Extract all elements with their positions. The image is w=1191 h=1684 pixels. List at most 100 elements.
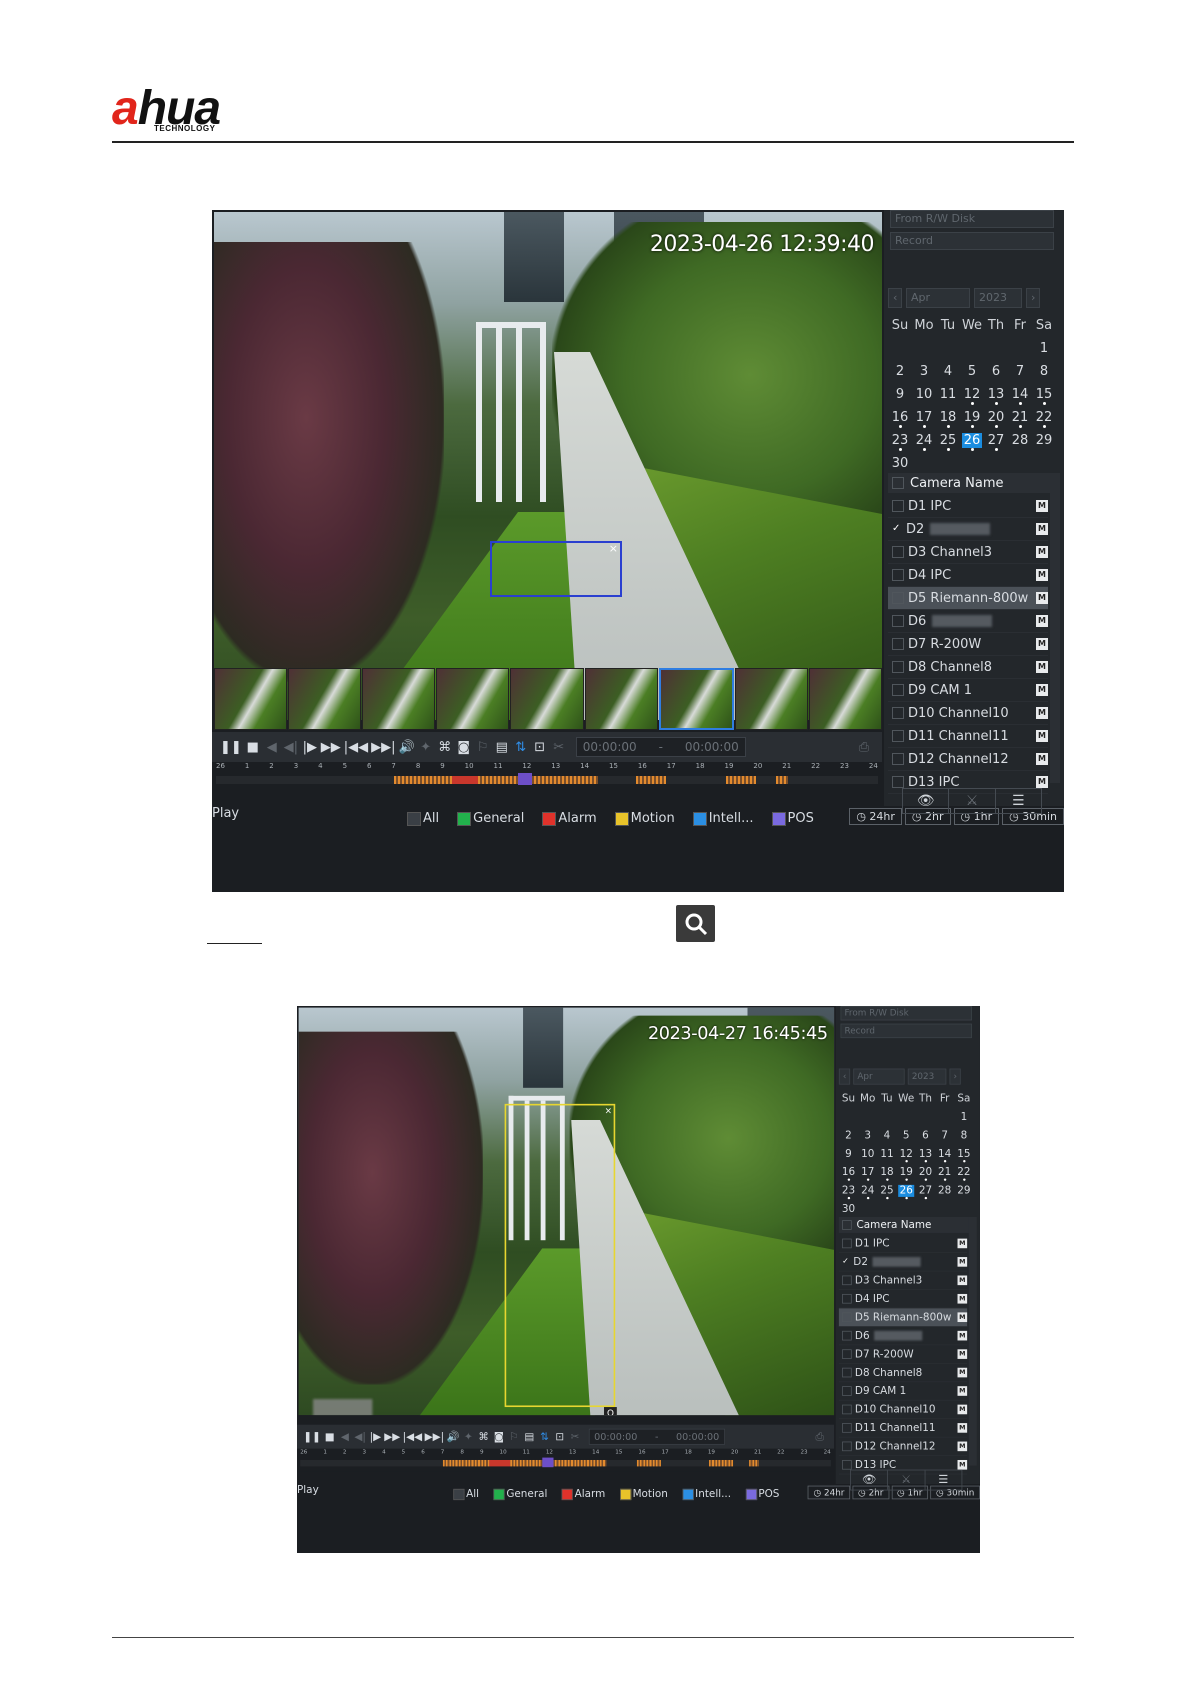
- camera-row[interactable]: D1 IPC M: [838, 1235, 968, 1254]
- filter-motion[interactable]: Motion: [614, 811, 675, 826]
- calendar-day[interactable]: 13: [984, 387, 1008, 405]
- camera-checkbox[interactable]: [842, 1367, 852, 1378]
- tag-icon[interactable]: ✦: [418, 737, 434, 757]
- camera-row[interactable]: D8 Channel8 M: [888, 656, 1048, 679]
- calendar-day[interactable]: 1: [954, 1111, 973, 1123]
- calendar-day[interactable]: 5: [960, 364, 984, 379]
- calendar-day[interactable]: 29: [954, 1185, 973, 1197]
- camera-row[interactable]: D10 Channel10 M: [838, 1401, 968, 1420]
- video-view[interactable]: 2023-04-26 12:39:40 ×: [214, 212, 882, 720]
- pause-icon[interactable]: ❚❚: [220, 737, 242, 757]
- calendar-day[interactable]: 7: [1008, 364, 1032, 379]
- camera-checkbox[interactable]: [892, 776, 904, 788]
- calendar-day[interactable]: 12: [897, 1148, 916, 1163]
- prev-month-icon[interactable]: ‹: [888, 288, 902, 308]
- year-select[interactable]: 2023: [974, 288, 1022, 308]
- camera-row[interactable]: D11 Channel11 M: [888, 725, 1048, 748]
- clip-icon[interactable]: ✂: [569, 1429, 582, 1445]
- main-stream-badge[interactable]: M: [1036, 615, 1048, 627]
- save-icon[interactable]: ⎙: [856, 737, 872, 757]
- filter-alarm[interactable]: Alarm: [561, 1488, 605, 1500]
- camera-checkbox[interactable]: [892, 615, 904, 627]
- step-forward-icon[interactable]: |▶: [302, 737, 318, 757]
- select-all-checkbox[interactable]: [892, 477, 904, 489]
- calendar-day[interactable]: 23: [839, 1185, 858, 1200]
- main-stream-badge[interactable]: M: [957, 1367, 968, 1378]
- next-record-icon[interactable]: ▶▶|: [371, 737, 395, 757]
- calendar-day[interactable]: 1: [1032, 341, 1056, 356]
- camera-row[interactable]: D9 CAM 1 M: [838, 1382, 968, 1401]
- camera-checkbox[interactable]: [842, 1349, 852, 1359]
- period-24hr-button[interactable]: ◷ 24hr: [849, 808, 902, 825]
- period-24hr-button[interactable]: ◷ 24hr: [807, 1485, 851, 1500]
- main-stream-badge[interactable]: M: [1036, 500, 1048, 512]
- step-forward-icon[interactable]: |▶: [369, 1429, 382, 1445]
- thumbnail-selected[interactable]: [658, 668, 734, 730]
- timeline[interactable]: 26 1 2 3 4 5 6 7 8 9 10 11 12 13 14 15 16 17 18 19 20 21 22 23 2…: [212, 762, 882, 790]
- main-stream-badge[interactable]: M: [957, 1459, 968, 1470]
- list-icon[interactable]: ☰: [925, 1470, 961, 1489]
- lock-icon[interactable]: ⚐: [508, 1429, 521, 1445]
- camera-checkbox[interactable]: [892, 546, 904, 558]
- select-all-checkbox[interactable]: [842, 1220, 852, 1230]
- calendar-day[interactable]: 8: [954, 1130, 973, 1142]
- filter-all[interactable]: All: [407, 811, 439, 826]
- main-stream-badge[interactable]: M: [1036, 776, 1048, 788]
- list-icon[interactable]: ☰: [996, 789, 1041, 813]
- calendar-day[interactable]: 15: [1032, 387, 1056, 405]
- camera-row[interactable]: D1 IPC M: [888, 495, 1048, 518]
- smart-search-icon[interactable]: ⇅: [538, 1429, 551, 1445]
- tag-icon[interactable]: ✦: [462, 1429, 475, 1445]
- camera-row[interactable]: D3 Channel3 M: [838, 1271, 968, 1290]
- camera-row[interactable]: ✓ D2 M: [838, 1253, 968, 1272]
- calendar-day[interactable]: 3: [858, 1130, 877, 1142]
- calendar-day[interactable]: 29: [1032, 433, 1056, 448]
- lock-icon[interactable]: ⚐: [475, 737, 491, 757]
- camera-checkbox[interactable]: [892, 753, 904, 765]
- search-region-icon[interactable]: Q: [604, 1407, 617, 1416]
- camera-checkbox[interactable]: [892, 684, 904, 696]
- next-record-icon[interactable]: ▶▶|: [425, 1429, 445, 1445]
- stop-icon[interactable]: ■: [323, 1429, 336, 1445]
- camera-row[interactable]: D4 IPC M: [838, 1290, 968, 1309]
- main-stream-badge[interactable]: M: [1036, 592, 1048, 604]
- step-back-icon[interactable]: ◀|: [354, 1429, 367, 1445]
- camera-checkbox[interactable]: ✓: [842, 1257, 850, 1266]
- main-stream-badge[interactable]: M: [957, 1349, 968, 1359]
- main-stream-badge[interactable]: M: [1036, 661, 1048, 673]
- camera-checkbox[interactable]: [892, 592, 904, 604]
- calendar-day[interactable]: 5: [897, 1130, 916, 1142]
- smart-search-region[interactable]: ×: [490, 541, 622, 597]
- camera-list-scrollbar[interactable]: [1050, 473, 1060, 783]
- camera-row[interactable]: D12 Channel12 M: [838, 1438, 968, 1456]
- camera-checkbox[interactable]: [892, 638, 904, 650]
- timeline-track[interactable]: [300, 1457, 831, 1468]
- calendar-day[interactable]: 7: [935, 1130, 954, 1142]
- camera-checkbox[interactable]: [892, 500, 904, 512]
- calendar-day[interactable]: 27: [984, 433, 1008, 451]
- main-stream-badge[interactable]: M: [957, 1441, 968, 1452]
- calendar-day[interactable]: 22: [954, 1166, 973, 1181]
- calendar-day[interactable]: 13: [916, 1148, 935, 1163]
- camera-row[interactable]: D9 CAM 1 M: [888, 679, 1048, 702]
- camera-row[interactable]: D10 Channel10 M: [888, 702, 1048, 725]
- filter-general[interactable]: General: [493, 1488, 547, 1500]
- camera-checkbox[interactable]: [842, 1312, 852, 1323]
- main-stream-badge[interactable]: M: [1036, 638, 1048, 650]
- eye-icon[interactable]: 👁: [903, 789, 950, 813]
- camera-row[interactable]: D12 Channel12 M: [888, 748, 1048, 771]
- calendar-day[interactable]: 2: [888, 364, 912, 379]
- main-stream-badge[interactable]: M: [957, 1330, 968, 1341]
- video-view[interactable]: 2023-04-27 16:45:45 × Q: [298, 1007, 835, 1416]
- reverse-play-icon[interactable]: ◀: [264, 737, 280, 757]
- camera-checkbox[interactable]: [842, 1423, 852, 1433]
- camera-checkbox[interactable]: [892, 707, 904, 719]
- camera-checkbox[interactable]: [842, 1459, 852, 1470]
- calendar-day[interactable]: 11: [936, 387, 960, 402]
- camera-checkbox[interactable]: [842, 1238, 852, 1249]
- camera-checkbox[interactable]: [892, 569, 904, 581]
- calendar-day[interactable]: 28: [1008, 433, 1032, 448]
- calendar-day[interactable]: 21: [1008, 410, 1032, 428]
- tag-off-icon[interactable]: ⚔: [888, 1470, 926, 1490]
- previous-record-icon[interactable]: |◀◀: [344, 737, 368, 757]
